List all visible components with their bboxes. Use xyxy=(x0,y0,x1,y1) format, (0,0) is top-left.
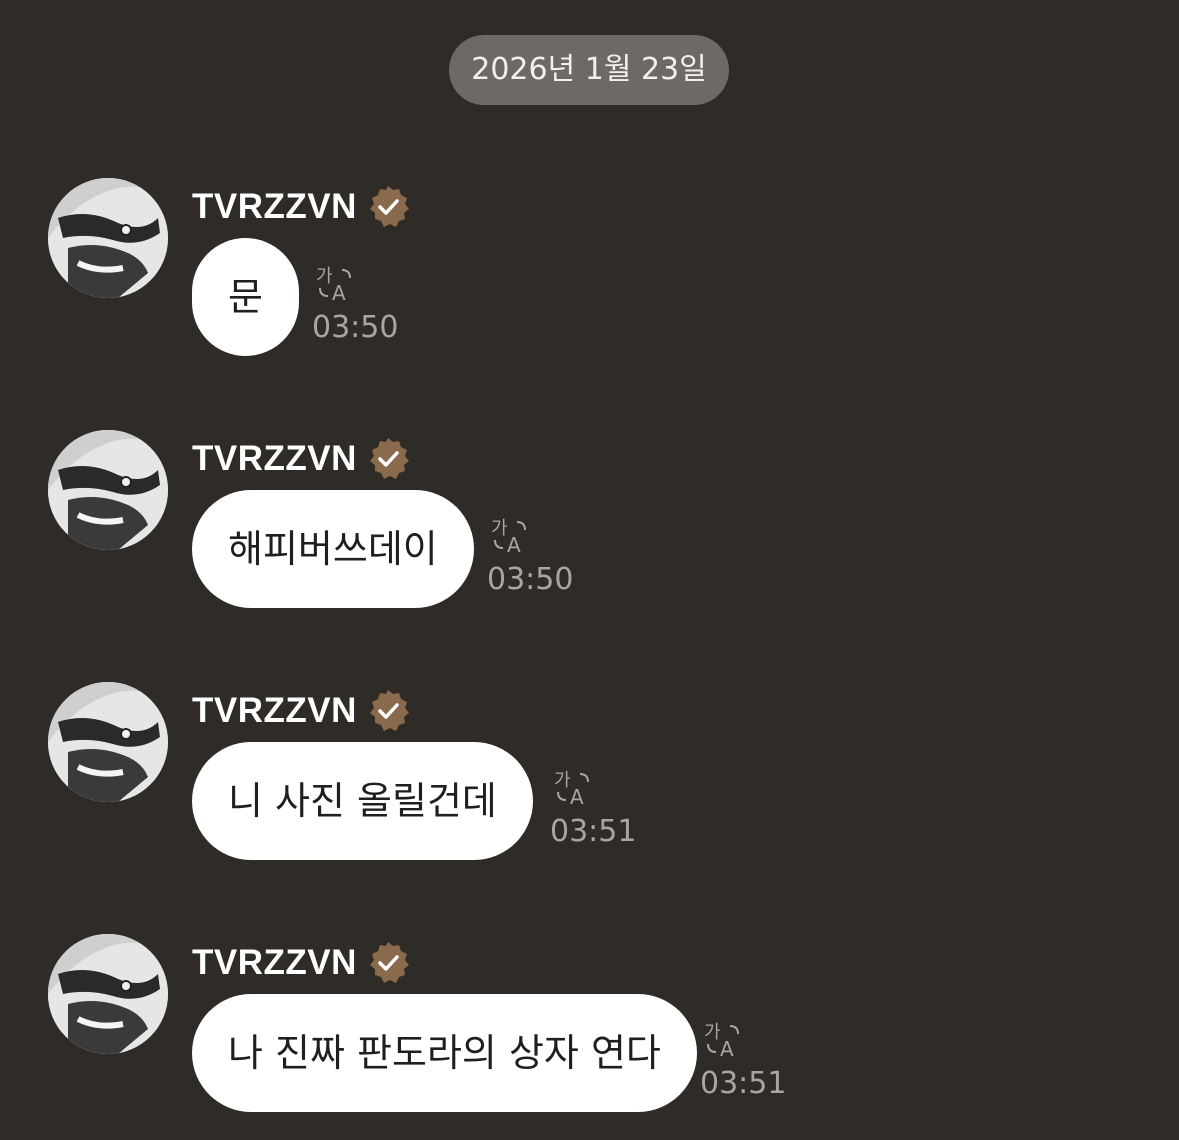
svg-text:A: A xyxy=(507,533,521,557)
message-time: 03:51 xyxy=(700,1066,787,1101)
avatar-image xyxy=(48,430,168,550)
avatar[interactable] xyxy=(48,430,168,550)
message-row: TVRZZVN 해피버쓰데이 가 A 03:50 xyxy=(0,430,1179,670)
message-time: 03:50 xyxy=(312,310,399,345)
chat-screen: 2026년 1월 23일 TVRZZVN 문 가 A 03:50 TVRZZVN… xyxy=(0,0,1179,1140)
message-meta: 가 A 03:51 xyxy=(700,1018,800,1102)
verified-badge-icon xyxy=(369,690,409,731)
svg-text:A: A xyxy=(720,1037,734,1061)
message-row: TVRZZVN 문 가 A 03:50 xyxy=(0,178,1179,418)
avatar[interactable] xyxy=(48,682,168,802)
message-time: 03:51 xyxy=(550,814,637,849)
sender-name[interactable]: TVRZZVN xyxy=(192,691,357,731)
sender: TVRZZVN xyxy=(192,686,411,736)
sender-name[interactable]: TVRZZVN xyxy=(192,439,357,479)
translate-icon[interactable]: 가 A xyxy=(489,514,533,558)
message-bubble[interactable]: 나 진짜 판도라의 상자 연다 xyxy=(192,994,697,1112)
svg-text:A: A xyxy=(332,281,346,305)
message-row: TVRZZVN 니 사진 올릴건데 가 A 03:51 xyxy=(0,682,1179,922)
message-meta: 가 A 03:50 xyxy=(312,262,412,346)
verified-badge-icon xyxy=(369,438,409,479)
avatar[interactable] xyxy=(48,934,168,1054)
message-row: TVRZZVN 나 진짜 판도라의 상자 연다 가 A 03:51 xyxy=(0,934,1179,1140)
translate-icon[interactable]: 가 A xyxy=(552,766,596,810)
svg-text:가: 가 xyxy=(491,518,508,539)
translate-icon[interactable]: 가 A xyxy=(314,262,358,306)
message-time: 03:50 xyxy=(487,562,574,597)
date-separator: 2026년 1월 23일 xyxy=(449,35,729,105)
message-bubble[interactable]: 해피버쓰데이 xyxy=(192,490,474,608)
sender: TVRZZVN xyxy=(192,434,411,484)
message-bubble[interactable]: 문 xyxy=(192,238,299,356)
sender-name[interactable]: TVRZZVN xyxy=(192,187,357,227)
verified-badge-icon xyxy=(369,186,409,227)
svg-text:가: 가 xyxy=(704,1022,721,1043)
svg-text:가: 가 xyxy=(316,266,333,287)
avatar-image xyxy=(48,178,168,298)
sender: TVRZZVN xyxy=(192,938,411,988)
svg-text:가: 가 xyxy=(554,770,571,791)
avatar-image xyxy=(48,682,168,802)
message-meta: 가 A 03:51 xyxy=(550,766,650,850)
sender-name[interactable]: TVRZZVN xyxy=(192,943,357,983)
translate-icon[interactable]: 가 A xyxy=(702,1018,746,1062)
message-bubble[interactable]: 니 사진 올릴건데 xyxy=(192,742,533,860)
svg-text:A: A xyxy=(570,785,584,809)
message-meta: 가 A 03:50 xyxy=(487,514,587,598)
avatar[interactable] xyxy=(48,178,168,298)
avatar-image xyxy=(48,934,168,1054)
sender: TVRZZVN xyxy=(192,182,411,232)
verified-badge-icon xyxy=(369,942,409,983)
